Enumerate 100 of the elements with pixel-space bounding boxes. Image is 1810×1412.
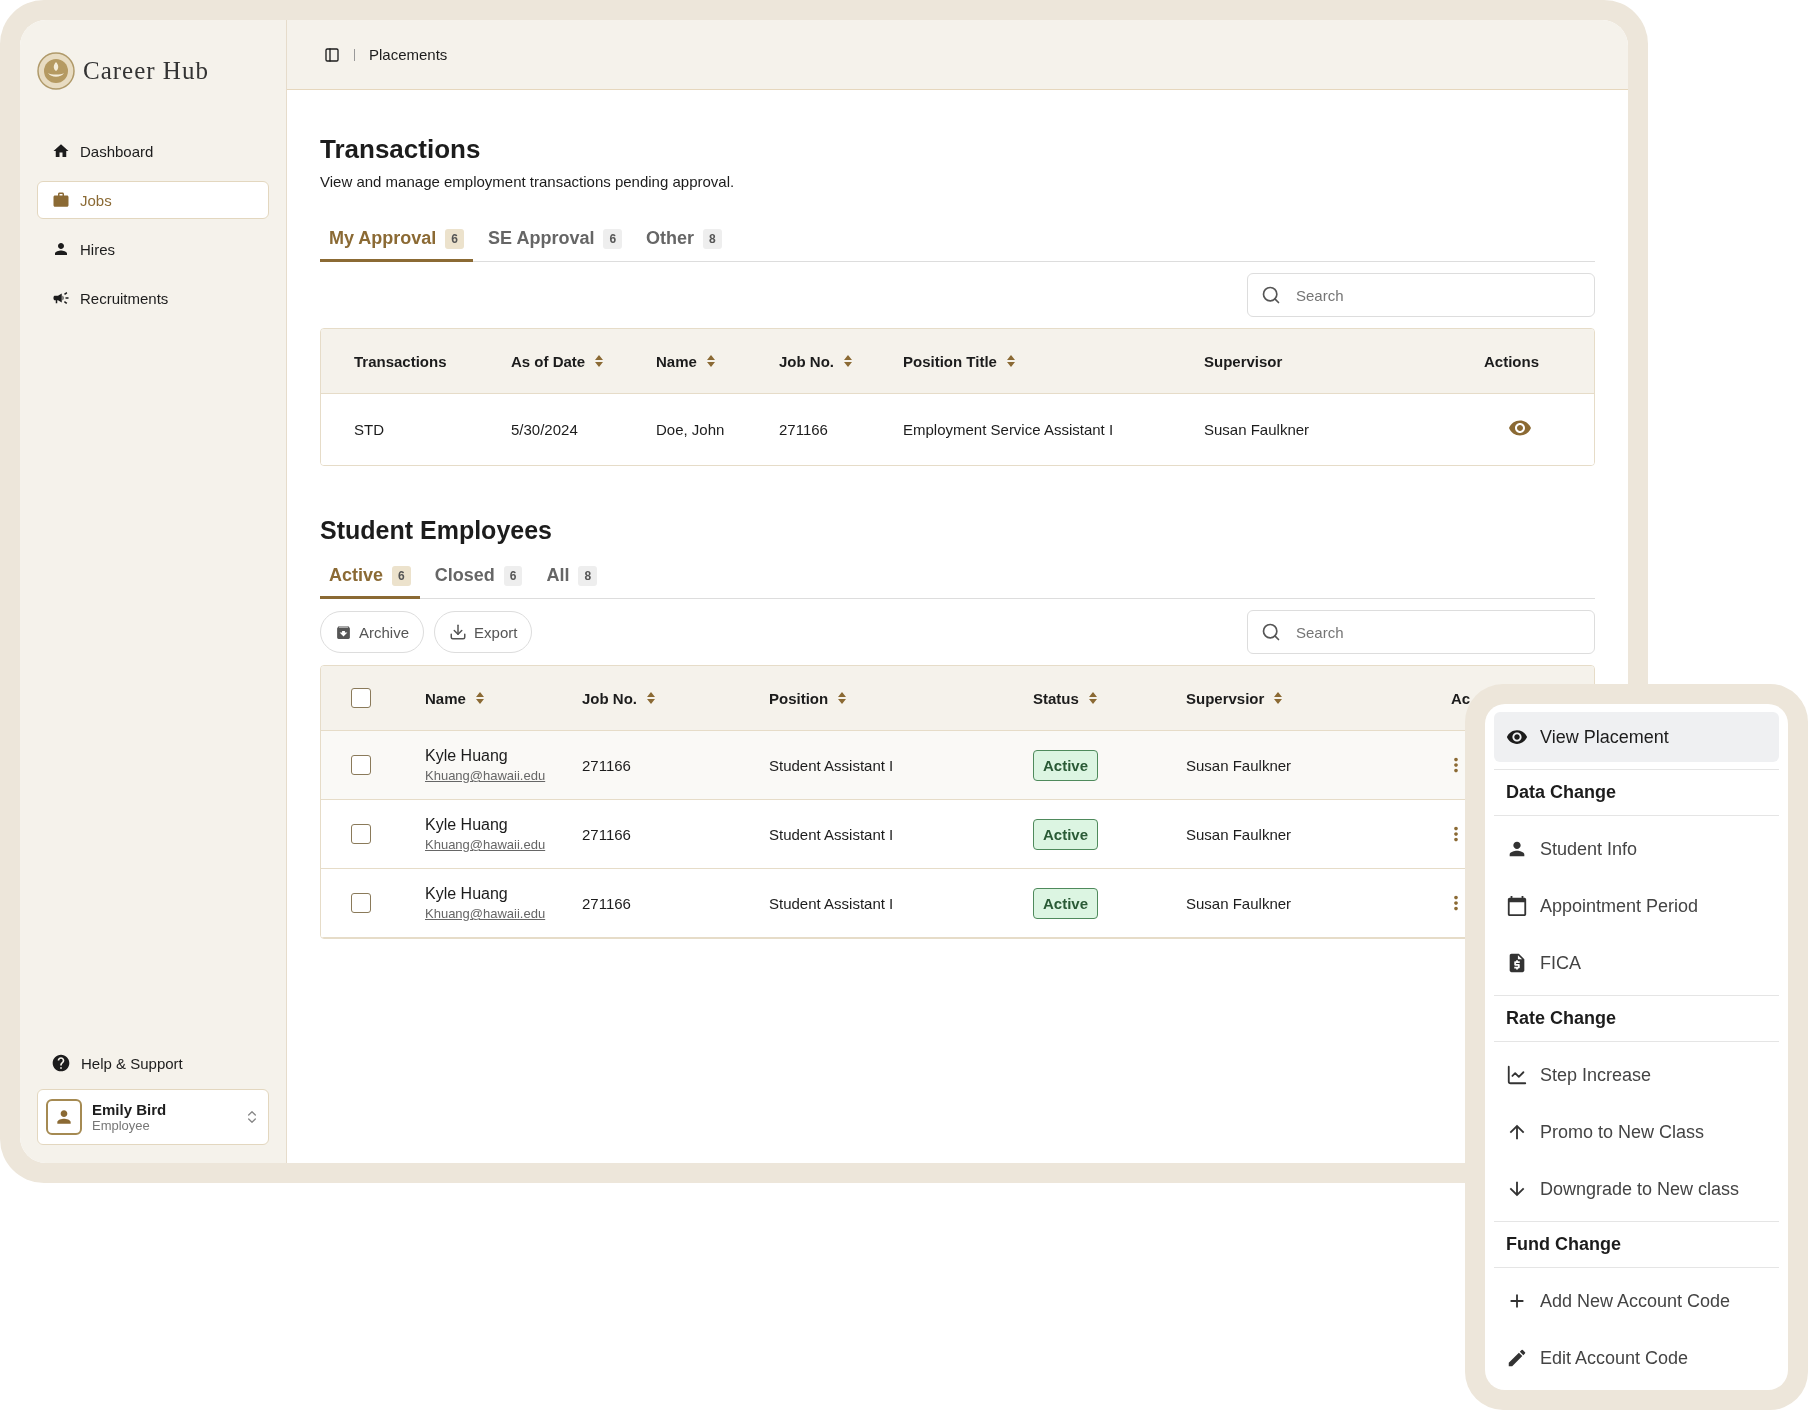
search-icon bbox=[1261, 622, 1281, 642]
sort-icon[interactable] bbox=[706, 355, 715, 367]
student-name: Kyle Huang bbox=[425, 885, 509, 903]
sort-icon[interactable] bbox=[1006, 355, 1015, 367]
sort-icon[interactable] bbox=[844, 355, 852, 367]
email-link[interactable]: Khuang@hawaii.edu bbox=[425, 906, 582, 921]
column-header: Job No. bbox=[779, 352, 903, 370]
table-cell-text: 271166 bbox=[582, 894, 632, 912]
export-button[interactable]: Export bbox=[434, 611, 533, 653]
menu-item[interactable]: Promo to New Class bbox=[1494, 1107, 1779, 1157]
tab[interactable]: Active 6 bbox=[320, 557, 420, 599]
sort-icon[interactable] bbox=[1274, 692, 1283, 704]
tab[interactable]: SE Approval 6 bbox=[479, 220, 632, 262]
table-cell-text: Susan Faulkner bbox=[1186, 756, 1293, 774]
column-header: Job No. bbox=[582, 689, 769, 707]
page-title: Transactions bbox=[320, 134, 482, 165]
app-logo-text: Career Hub bbox=[83, 57, 209, 85]
user-card[interactable]: Emily Bird Employee bbox=[37, 1089, 269, 1145]
column-header: Ac bbox=[1451, 689, 1472, 707]
table-cell-text: Student Assistant I bbox=[769, 825, 895, 843]
column-header: Actions bbox=[1484, 352, 1540, 370]
student-name: Kyle Huang bbox=[425, 816, 509, 834]
table-cell-text: STD bbox=[354, 421, 385, 438]
table-cell-text: Employment Service Assistant I bbox=[903, 421, 1115, 438]
breadcrumb[interactable]: Placements bbox=[369, 46, 448, 63]
table-cell-text: Student Assistant I bbox=[769, 756, 895, 774]
menu-item[interactable]: Add New Account Code bbox=[1494, 1276, 1779, 1326]
column-header: Supervsior bbox=[1186, 689, 1451, 707]
section-title: Student Employees bbox=[320, 516, 553, 545]
download-icon bbox=[449, 623, 468, 641]
sidebar-toggle-icon[interactable] bbox=[324, 46, 340, 63]
table-cell-text: 271166 bbox=[582, 825, 632, 843]
home-icon bbox=[52, 142, 70, 160]
archive-icon bbox=[335, 623, 352, 641]
megaphone-icon bbox=[52, 289, 70, 307]
count-badge: 6 bbox=[503, 565, 523, 586]
menu-section-heading: Data Change bbox=[1494, 769, 1779, 816]
search-field[interactable]: Search bbox=[1247, 273, 1595, 317]
menu-section-heading: Fund Change bbox=[1494, 1221, 1779, 1268]
user-role: Employee bbox=[92, 1118, 151, 1133]
checkbox[interactable] bbox=[351, 755, 371, 775]
menu-item[interactable]: Edit Account Code bbox=[1494, 1333, 1779, 1383]
table-cell-text: 5/30/2024 bbox=[511, 421, 579, 438]
sort-icon[interactable] bbox=[838, 692, 847, 704]
column-header: Transactions bbox=[354, 352, 448, 370]
menu-item[interactable]: Step Increase bbox=[1494, 1050, 1779, 1100]
archive-button[interactable]: Archive bbox=[320, 611, 425, 653]
tab[interactable]: Closed 6 bbox=[425, 557, 532, 599]
column-header: Name bbox=[656, 352, 779, 370]
search-icon bbox=[1261, 285, 1281, 305]
search-field[interactable]: Search bbox=[1247, 610, 1595, 654]
table-cell-text: 271166 bbox=[779, 421, 829, 438]
avatar-icon bbox=[46, 1099, 82, 1135]
page-subtitle: View and manage employment transactions pending approval. bbox=[320, 173, 736, 190]
sort-icon[interactable] bbox=[647, 692, 655, 704]
status-badge: Active bbox=[1033, 749, 1099, 781]
menu-item[interactable]: FICA bbox=[1494, 938, 1779, 988]
menu-item[interactable]: Downgrade to New class bbox=[1494, 1164, 1779, 1214]
column-header: Supervisor bbox=[1204, 352, 1284, 370]
status-badge: Active bbox=[1033, 887, 1099, 919]
menu-item[interactable]: Student Info bbox=[1494, 824, 1779, 874]
menu-item[interactable]: View Placement bbox=[1494, 712, 1779, 762]
status-badge: Active bbox=[1033, 818, 1099, 850]
table-cell-text: Doe, John bbox=[656, 421, 726, 438]
student-name: Kyle Huang bbox=[425, 747, 509, 765]
sidebar-item[interactable]: Hires bbox=[37, 230, 269, 268]
tab[interactable]: Other 8 bbox=[637, 220, 731, 262]
menu-item[interactable]: Appointment Period bbox=[1494, 881, 1779, 931]
sort-icon[interactable] bbox=[595, 355, 604, 367]
tab[interactable]: All 8 bbox=[537, 557, 607, 599]
column-header: Position Title bbox=[903, 352, 1204, 370]
sidebar-item[interactable]: Jobs bbox=[37, 181, 269, 219]
help-icon bbox=[51, 1053, 71, 1073]
column-header: Name bbox=[425, 689, 582, 707]
count-badge: 8 bbox=[578, 565, 598, 586]
column-header: Status bbox=[1033, 689, 1186, 707]
seal-logo-icon bbox=[37, 52, 75, 90]
tab[interactable]: My Approval 6 bbox=[320, 220, 474, 262]
sidebar-item[interactable]: Recruitments bbox=[37, 279, 269, 317]
checkbox[interactable] bbox=[351, 824, 371, 844]
table-cell-text: 271166 bbox=[582, 756, 632, 774]
count-badge: 6 bbox=[445, 228, 465, 249]
user-name: Emily Bird bbox=[92, 1101, 168, 1118]
sort-icon[interactable] bbox=[1088, 692, 1097, 704]
sort-icon[interactable] bbox=[475, 692, 484, 704]
email-link[interactable]: Khuang@hawaii.edu bbox=[425, 768, 582, 783]
pencil-icon bbox=[1506, 1347, 1528, 1369]
help-link[interactable]: Help & Support bbox=[37, 1053, 269, 1073]
table-cell-text: Student Assistant I bbox=[769, 894, 895, 912]
calendar-icon bbox=[1506, 895, 1528, 917]
sidebar-item[interactable]: Dashboard bbox=[37, 132, 269, 170]
table-cell-text: Susan Faulkner bbox=[1186, 894, 1293, 912]
count-badge: 6 bbox=[392, 565, 411, 586]
column-header: Position bbox=[769, 689, 1033, 707]
briefcase-icon bbox=[52, 191, 70, 209]
column-header: As of Date bbox=[511, 352, 656, 370]
count-badge: 8 bbox=[703, 228, 722, 249]
email-link[interactable]: Khuang@hawaii.edu bbox=[425, 837, 582, 852]
checkbox[interactable] bbox=[351, 688, 371, 708]
checkbox[interactable] bbox=[351, 893, 371, 913]
